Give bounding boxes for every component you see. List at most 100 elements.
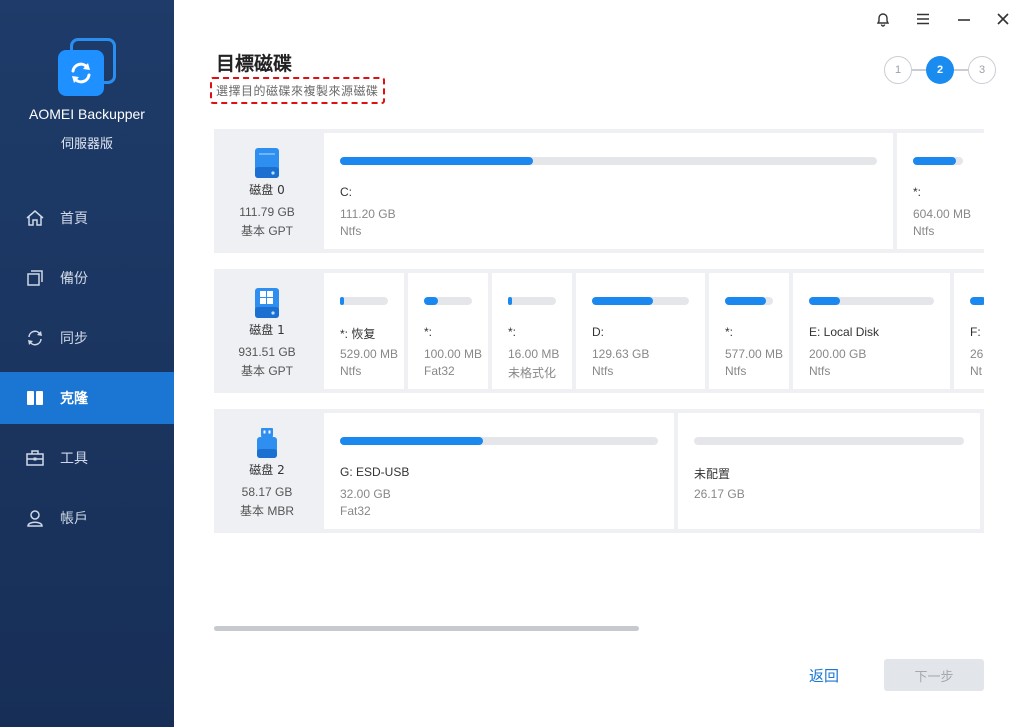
clone-icon <box>24 387 46 409</box>
partition-size: 577.00 MB <box>725 347 784 361</box>
usb-drive-icon <box>254 427 280 459</box>
usage-bar <box>694 437 964 445</box>
sidebar-item-label: 首頁 <box>60 211 88 227</box>
sidebar-item-sync[interactable]: 同步 <box>0 308 174 368</box>
sidebar-item-label: 工具 <box>60 451 88 467</box>
partition-card[interactable]: *: 604.00 MB Ntfs <box>897 133 984 249</box>
page-subtitle: 選擇目的磁碟來複製來源磁碟 <box>210 77 385 104</box>
partition-filesystem: Ntfs <box>809 364 831 378</box>
partition-size: 32.00 GB <box>340 487 391 501</box>
disk-size: 931.51 GB <box>238 345 296 359</box>
step-1: 1 <box>884 56 912 84</box>
usage-bar <box>340 157 877 165</box>
usage-bar <box>970 297 984 305</box>
disk-row[interactable]: 磁盘 1 931.51 GB 基本 GPT *: 恢复 529.00 MB Nt… <box>214 269 984 393</box>
notification-bell-button[interactable] <box>872 8 894 30</box>
menu-button[interactable] <box>912 8 934 30</box>
sync-icon <box>24 327 46 349</box>
partition-card[interactable]: F: L 26 Nt <box>954 273 984 389</box>
disk-row[interactable]: 磁盘 2 58.17 GB 基本 MBR G: ESD-USB 32.00 GB… <box>214 409 984 533</box>
close-button[interactable] <box>992 8 1014 30</box>
sidebar-item-home[interactable]: 首頁 <box>0 188 174 248</box>
partition-card[interactable]: *: 100.00 MB Fat32 <box>408 273 488 389</box>
partition-label: C: <box>340 185 352 199</box>
partition-card[interactable]: *: 恢复 529.00 MB Ntfs <box>324 273 404 389</box>
horizontal-scrollbar[interactable] <box>214 626 639 631</box>
partition-label: D: <box>592 325 604 339</box>
partition-filesystem: Ntfs <box>340 364 362 378</box>
partition-card[interactable]: G: ESD-USB 32.00 GB Fat32 <box>324 413 674 529</box>
partition-filesystem: Ntfs <box>725 364 747 378</box>
disk-info: 磁盘 0 111.79 GB 基本 GPT <box>214 129 320 253</box>
sidebar-item-label: 備份 <box>60 271 88 287</box>
partition-size: 16.00 MB <box>508 347 560 361</box>
usage-bar <box>340 297 388 305</box>
usage-bar <box>508 297 556 305</box>
minimize-button[interactable] <box>953 8 975 30</box>
disk-info: 磁盘 1 931.51 GB 基本 GPT <box>214 269 320 393</box>
partition-card[interactable]: *: 16.00 MB 未格式化 <box>492 273 572 389</box>
partition-label: *: <box>725 325 734 339</box>
disk-type: 基本 GPT <box>240 364 293 378</box>
sidebar-item-account[interactable]: 帳戶 <box>0 488 174 548</box>
partition-label: G: ESD-USB <box>340 465 410 479</box>
partition-card[interactable]: 未配置 26.17 GB <box>678 413 980 529</box>
usage-bar <box>424 297 472 305</box>
sidebar-item-label: 克隆 <box>60 391 88 407</box>
disk-type: 基本 GPT <box>240 224 293 238</box>
sidebar-item-backup[interactable]: 備份 <box>0 248 174 308</box>
bell-icon <box>876 13 890 27</box>
sidebar-item-label: 帳戶 <box>60 511 88 527</box>
partition-size: 26.17 GB <box>694 487 745 501</box>
partition-size: 200.00 GB <box>809 347 867 361</box>
partition-size: 111.20 GB <box>340 207 396 221</box>
partition-filesystem: Fat32 <box>424 364 455 378</box>
partition-label: *: <box>913 185 922 199</box>
disk-type: 基本 MBR <box>239 504 294 518</box>
home-icon <box>24 207 46 229</box>
usage-bar <box>809 297 934 305</box>
partition-label: *: <box>508 325 517 339</box>
disk-name: 磁盘 2 <box>249 463 285 477</box>
step-2: 2 <box>926 56 954 84</box>
step-3: 3 <box>968 56 996 84</box>
usage-bar <box>340 437 658 445</box>
account-icon <box>24 507 46 529</box>
step-indicator: 1 2 3 <box>884 56 996 84</box>
partition-label: F: L <box>970 325 984 339</box>
partition-label: *: 恢复 <box>340 327 376 341</box>
partition-filesystem: Fat32 <box>340 504 371 518</box>
partition-filesystem: Ntfs <box>340 224 362 238</box>
partition-label: *: <box>424 325 433 339</box>
app-edition: 伺服器版 <box>60 137 113 152</box>
sidebar-item-tools[interactable]: 工具 <box>0 428 174 488</box>
disk-size: 58.17 GB <box>241 485 293 499</box>
partition-size: 26 <box>970 347 984 361</box>
windows-disk-icon <box>254 287 280 319</box>
close-icon <box>997 13 1009 25</box>
usage-bar <box>725 297 773 305</box>
page-title: 目標磁碟 <box>216 53 293 75</box>
disk-name: 磁盘 1 <box>249 323 285 337</box>
partition-filesystem: Nt <box>970 364 982 378</box>
partition-size: 604.00 MB <box>913 207 972 221</box>
app-logo-icon <box>58 38 116 96</box>
disk-row[interactable]: 磁盘 0 111.79 GB 基本 GPT C: 111.20 GB Ntfs … <box>214 129 984 253</box>
partition-filesystem: Ntfs <box>913 224 935 238</box>
partition-card[interactable]: D: 129.63 GB Ntfs <box>576 273 705 389</box>
partition-label: E: Local Disk <box>809 325 880 339</box>
partition-label: 未配置 <box>694 467 731 481</box>
partition-filesystem: Ntfs <box>592 364 614 378</box>
hdd-icon <box>254 147 280 179</box>
next-button[interactable]: 下一步 <box>884 659 984 691</box>
disk-info: 磁盘 2 58.17 GB 基本 MBR <box>214 409 320 533</box>
usage-bar <box>913 157 963 165</box>
partition-card[interactable]: C: 111.20 GB Ntfs <box>324 133 893 249</box>
disk-size: 111.79 GB <box>239 205 295 219</box>
partition-card[interactable]: *: 577.00 MB Ntfs <box>709 273 789 389</box>
sidebar-item-clone[interactable]: 克隆 <box>0 372 174 424</box>
disk-name: 磁盘 0 <box>249 183 285 197</box>
back-button[interactable]: 返回 <box>800 662 848 688</box>
partition-card[interactable]: E: Local Disk 200.00 GB Ntfs <box>793 273 950 389</box>
sidebar-nav: 首頁 備份 同步 克隆 工具 帳戶 <box>0 188 174 548</box>
